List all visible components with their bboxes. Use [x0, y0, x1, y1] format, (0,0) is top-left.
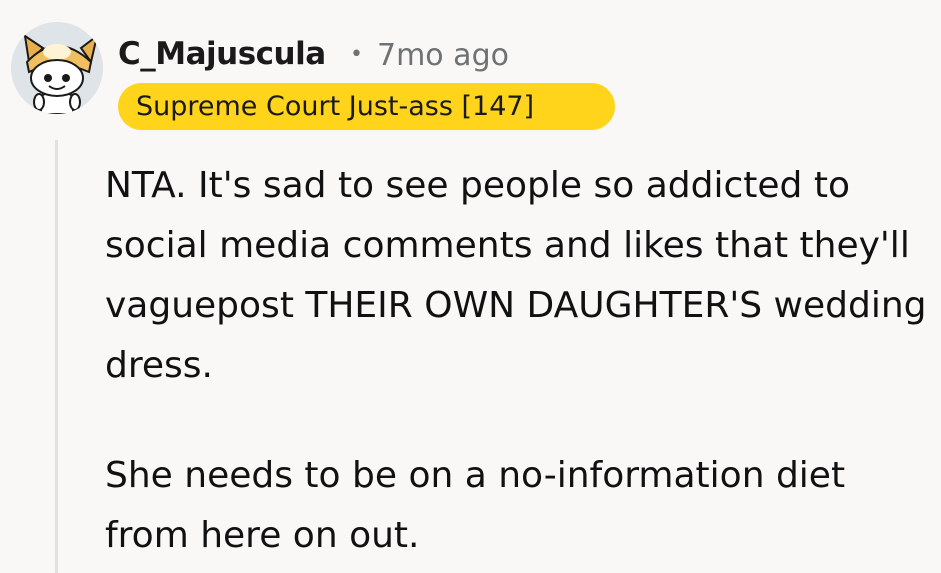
user-flair: Supreme Court Just-ass [147]	[118, 83, 615, 130]
comment-timestamp[interactable]: 7mo ago	[377, 38, 509, 73]
thread-line[interactable]	[55, 140, 58, 573]
meta-separator: •	[350, 42, 363, 67]
comment-author[interactable]: C_Majuscula	[118, 36, 326, 72]
snoo-doge-avatar-icon	[11, 22, 103, 114]
comment-body: NTA. It's sad to see people so addicted …	[105, 156, 935, 566]
comment-paragraph: NTA. It's sad to see people so addicted …	[105, 165, 927, 386]
comment-meta: • 7mo ago	[350, 38, 509, 73]
user-avatar[interactable]	[11, 22, 103, 114]
comment-paragraph: She needs to be on a no-information diet…	[105, 455, 846, 556]
